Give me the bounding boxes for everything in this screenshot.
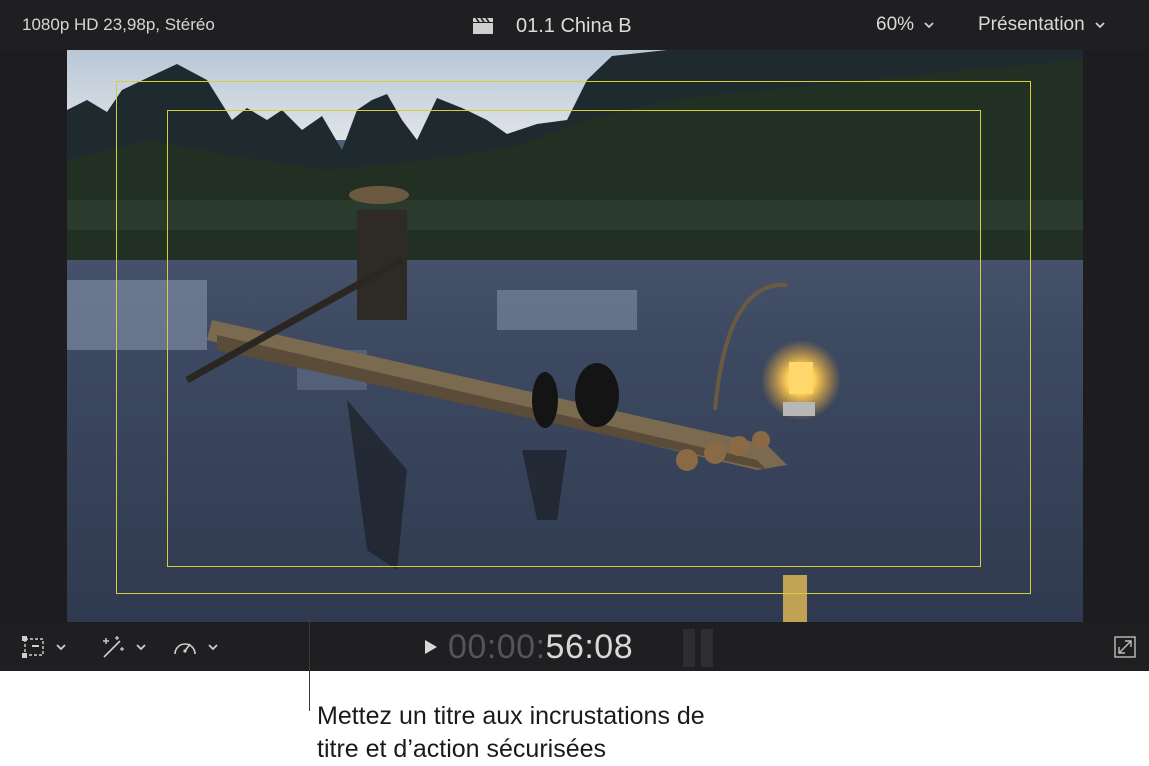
audio-meters: [683, 629, 715, 667]
view-menu-label: Présentation: [978, 14, 1085, 35]
speedometer-icon: [174, 643, 196, 655]
audio-meter-right: [701, 629, 713, 667]
view-menu[interactable]: Présentation: [978, 14, 1105, 36]
magic-wand-icon: [103, 636, 124, 658]
callout-leader-line: [309, 596, 310, 711]
format-info: 1080p HD 23,98p, Stéréo: [22, 15, 215, 34]
chevron-down-icon: [136, 643, 146, 650]
audio-meter-left: [683, 629, 695, 667]
timecode-dim: 00:00:: [448, 627, 546, 666]
viewer-canvas: [0, 50, 1149, 623]
chevron-down-icon: [1095, 21, 1105, 28]
clapperboard-icon: [473, 17, 493, 34]
video-frame[interactable]: [67, 50, 1083, 622]
transform-menu[interactable]: [22, 635, 66, 659]
title-safe-zone: [167, 110, 981, 567]
chevron-down-icon: [924, 21, 934, 28]
callout-line-1: Mettez un titre aux incrustations de: [317, 702, 705, 730]
play-icon[interactable]: [424, 639, 438, 655]
timecode-value: 56:08: [545, 627, 634, 666]
callout-line-2: titre et d’action sécurisées: [317, 735, 607, 763]
transform-icon: [22, 636, 44, 658]
zoom-menu[interactable]: 60%: [876, 14, 934, 36]
callout-caption: Mettez un titre aux incrustations de tit…: [317, 700, 837, 766]
chevron-down-icon: [56, 643, 66, 650]
zoom-value: 60%: [876, 14, 915, 35]
viewer-bottom-bar: 00:00: 56:08: [0, 623, 1149, 671]
fullscreen-icon[interactable]: [1113, 635, 1137, 659]
enhance-menu[interactable]: [100, 635, 146, 659]
clip-title: 01.1 China B: [472, 12, 632, 40]
chevron-down-icon: [208, 643, 218, 650]
viewer-top-bar: 1080p HD 23,98p, Stéréo 01.1 China B 60%…: [0, 0, 1149, 50]
timecode-display[interactable]: 00:00: 56:08: [424, 628, 633, 666]
clip-name: 01.1 China B: [516, 14, 632, 37]
retime-menu[interactable]: [172, 635, 218, 659]
viewer: 1080p HD 23,98p, Stéréo 01.1 China B 60%…: [0, 0, 1149, 671]
